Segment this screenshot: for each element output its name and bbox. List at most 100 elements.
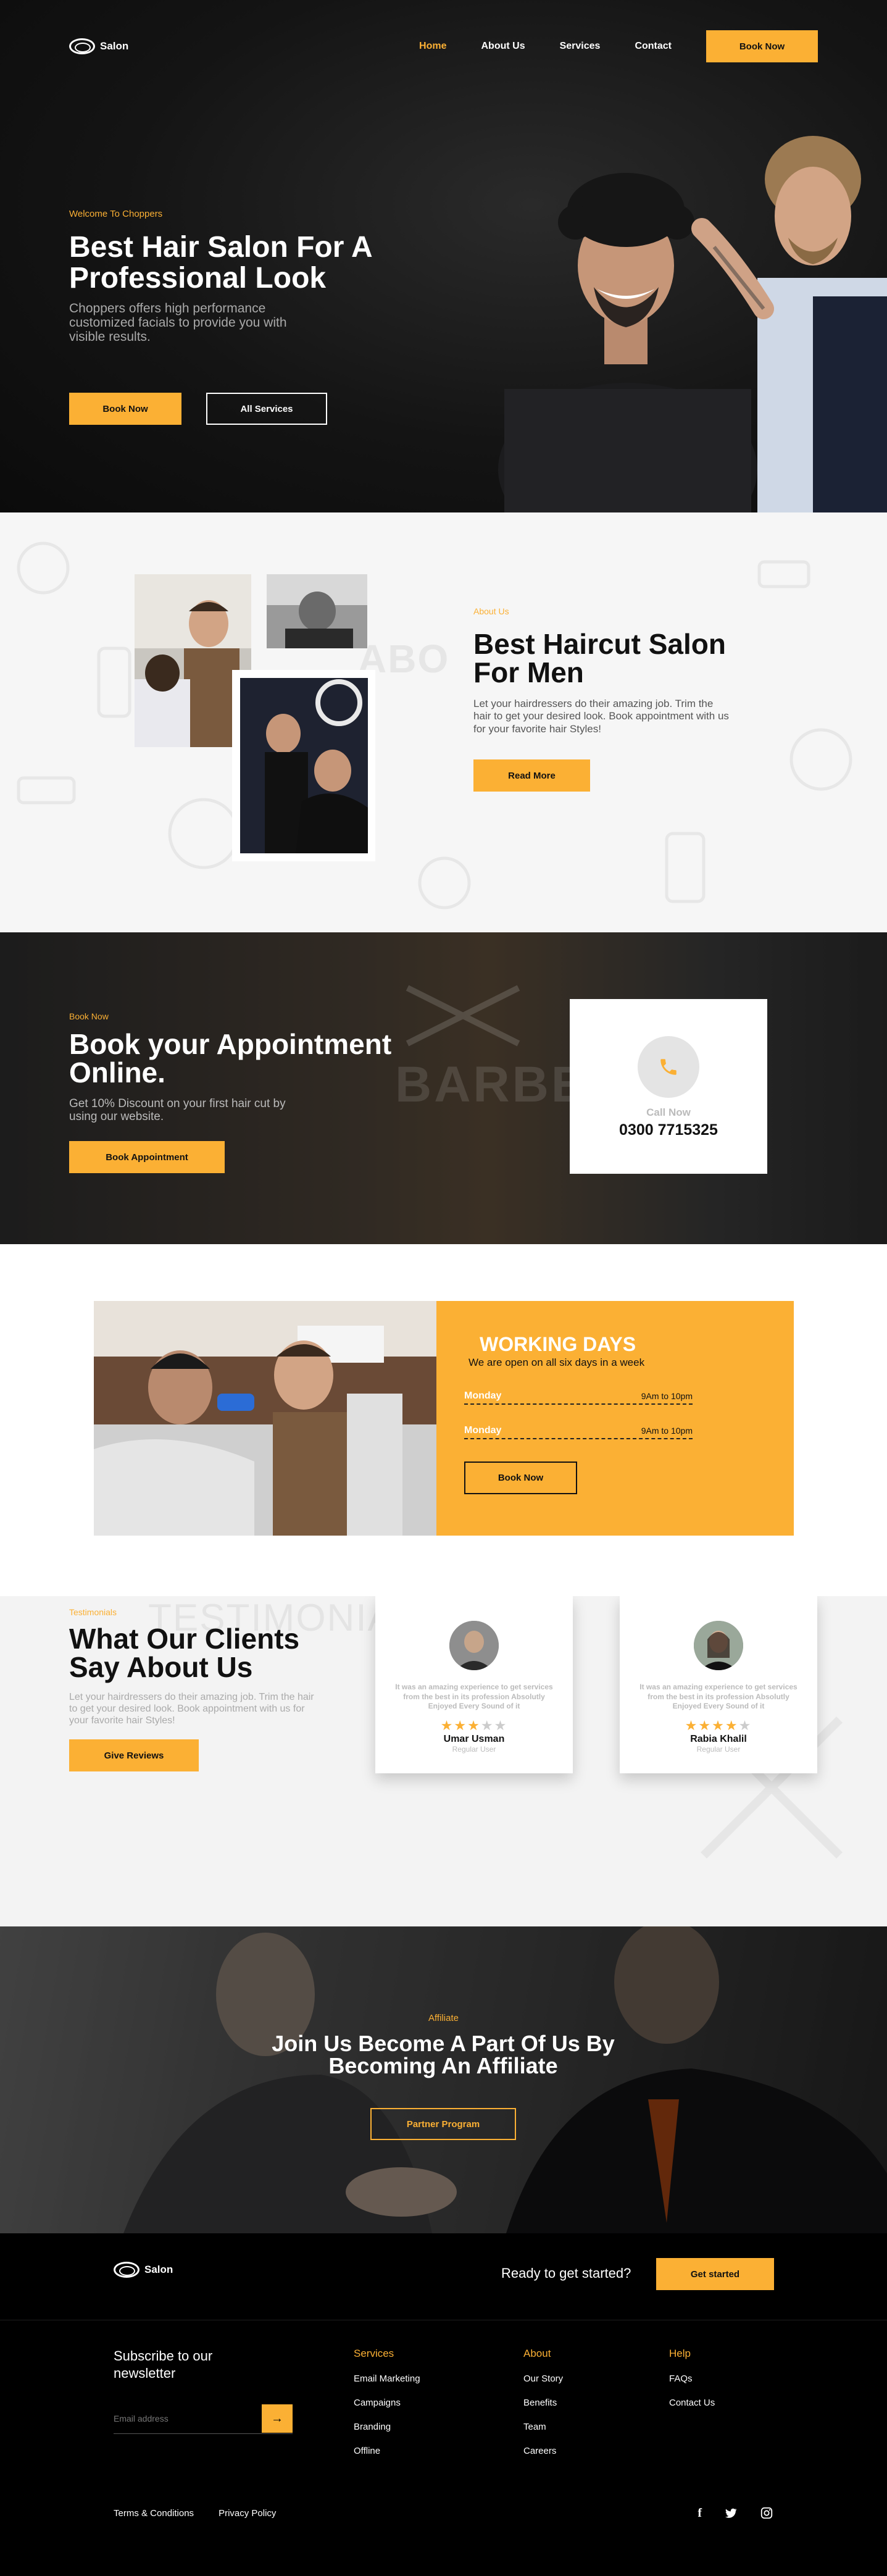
nav-home[interactable]: Home <box>419 41 446 52</box>
call-card[interactable]: Call Now 0300 7715325 <box>570 999 767 1174</box>
submit-arrow-icon[interactable]: → <box>262 2404 293 2433</box>
working-days-subtitle: We are open on all six days in a week <box>468 1357 645 1368</box>
footer-column-help: Help FAQs Contact Us <box>669 2348 715 2422</box>
logo-text: Salon <box>144 2264 173 2275</box>
testimonials-title: What Our Clients Say About Us <box>69 1623 300 1683</box>
email-input[interactable] <box>114 2413 256 2423</box>
book-title: Book your Appointment Online. <box>69 1028 392 1089</box>
avatar <box>694 1621 743 1670</box>
get-started-button[interactable]: Get started <box>656 2258 774 2290</box>
footer-column-title: Services <box>354 2348 394 2359</box>
about-title: Best Haircut Salon For Men <box>473 628 726 688</box>
privacy-link[interactable]: Privacy Policy <box>219 2508 276 2519</box>
working-row: Monday 9Am to 10pm <box>464 1423 693 1439</box>
testimonial-role: Regular User <box>696 1744 741 1754</box>
testimonial-card: It was an amazing experience to get serv… <box>375 1596 573 1773</box>
footer-link[interactable]: Our Story <box>523 2373 563 2384</box>
twitter-icon[interactable] <box>724 2506 738 2520</box>
star-icon: ★ <box>712 1717 725 1733</box>
ready-text: Ready to get started? <box>501 2265 631 2281</box>
read-more-button[interactable]: Read More <box>473 759 590 792</box>
working-days-panel: WORKING DAYS We are open on all six days… <box>436 1301 794 1536</box>
newsletter-form: → <box>114 2403 293 2434</box>
book-eyebrow: Book Now <box>69 1011 109 1021</box>
logo[interactable]: Salon <box>69 38 128 54</box>
footer-link[interactable]: Offline <box>354 2446 420 2456</box>
footer-link[interactable]: Benefits <box>523 2398 563 2408</box>
working-day: Monday <box>464 1425 502 1436</box>
footer-link[interactable]: Branding <box>354 2422 420 2432</box>
testimonials-section: TESTIMONIALS Testimonials What Our Clien… <box>0 1596 887 1926</box>
main-nav: Salon Home About Us Services Contact Boo… <box>69 30 818 62</box>
footer-logo[interactable]: Salon <box>114 2262 173 2278</box>
testimonial-quote: It was an amazing experience to get serv… <box>639 1683 797 1711</box>
nav-contact[interactable]: Contact <box>635 41 672 52</box>
working-row: Monday 9Am to 10pm <box>464 1389 693 1405</box>
footer-column-about: About Our Story Benefits Team Careers <box>523 2348 563 2470</box>
star-icon: ★ <box>738 1717 752 1733</box>
working-book-now-button[interactable]: Book Now <box>464 1462 577 1494</box>
star-rating: ★★★★★ <box>441 1718 508 1734</box>
affiliate-eyebrow: Affiliate <box>428 2013 459 2023</box>
footer: Salon Ready to get started? Get started … <box>0 2233 887 2576</box>
affiliate-title: Join Us Become A Part Of Us By Becoming … <box>272 2031 615 2078</box>
affiliate-overlay <box>0 1926 887 2233</box>
footer-link[interactable]: Campaigns <box>354 2398 420 2408</box>
star-icon: ★ <box>440 1717 454 1733</box>
terms-link[interactable]: Terms & Conditions <box>114 2508 194 2519</box>
hero-eyebrow: Welcome To Choppers <box>69 209 163 219</box>
partner-program-button[interactable]: Partner Program <box>370 2108 516 2140</box>
hero-section: Salon Home About Us Services Contact Boo… <box>0 0 887 512</box>
logo-icon <box>114 2262 140 2278</box>
hero-book-now-button[interactable]: Book Now <box>69 393 181 425</box>
testimonials-description: Let your hairdressers do their amazing j… <box>69 1692 314 1726</box>
footer-column-title: About <box>523 2348 551 2359</box>
newsletter-title: Subscribe to our newsletter <box>114 2348 213 2381</box>
footer-link[interactable]: Team <box>523 2422 563 2432</box>
logo-text: Salon <box>100 40 129 52</box>
testimonial-name: Umar Usman <box>443 1733 505 1744</box>
hero-all-services-button[interactable]: All Services <box>206 393 327 425</box>
footer-column-title: Help <box>669 2348 691 2359</box>
testimonial-role: Regular User <box>452 1744 496 1754</box>
star-icon: ★ <box>725 1717 739 1733</box>
footer-link[interactable]: FAQs <box>669 2373 715 2384</box>
footer-column-services: Services Email Marketing Campaigns Brand… <box>354 2348 420 2470</box>
working-day: Monday <box>464 1390 502 1401</box>
call-now-label: Call Now <box>646 1106 691 1118</box>
footer-link[interactable]: Email Marketing <box>354 2373 420 2384</box>
testimonials-eyebrow: Testimonials <box>69 1607 117 1617</box>
barber-pattern-background <box>17 542 852 910</box>
hero-title: Best Hair Salon For A Professional Look <box>69 231 372 295</box>
book-description: Get 10% Discount on your first hair cut … <box>69 1097 286 1123</box>
footer-link[interactable]: Contact Us <box>669 2398 715 2408</box>
about-section: ABO About Us Best Haircut Salon For Men … <box>0 512 887 932</box>
book-appointment-button[interactable]: Book Appointment <box>69 1141 225 1173</box>
star-rating: ★★★★★ <box>685 1718 752 1734</box>
working-days-title: WORKING DAYS <box>480 1333 636 1355</box>
facebook-icon[interactable]: f <box>698 2506 702 2520</box>
hero-description: Choppers offers high performance customi… <box>69 301 287 345</box>
give-reviews-button[interactable]: Give Reviews <box>69 1739 199 1771</box>
about-description: Let your hairdressers do their amazing j… <box>473 698 729 735</box>
working-days-section: WORKING DAYS We are open on all six days… <box>0 1244 887 1596</box>
instagram-icon[interactable] <box>760 2506 773 2520</box>
avatar <box>449 1621 499 1670</box>
nav-services[interactable]: Services <box>560 41 601 52</box>
nav-about-us[interactable]: About Us <box>481 41 525 52</box>
star-icon: ★ <box>454 1717 468 1733</box>
star-icon: ★ <box>698 1717 712 1733</box>
phone-icon <box>638 1036 699 1098</box>
testimonial-card: It was an amazing experience to get serv… <box>620 1596 817 1773</box>
footer-link[interactable]: Careers <box>523 2446 563 2456</box>
phone-number[interactable]: 0300 7715325 <box>619 1121 718 1139</box>
star-icon: ★ <box>685 1717 699 1733</box>
working-hours: 9Am to 10pm <box>641 1391 693 1401</box>
book-appointment-section: BARBER Book Now Book your Appointment On… <box>0 932 887 1244</box>
star-icon: ★ <box>467 1717 481 1733</box>
star-icon: ★ <box>494 1717 508 1733</box>
about-photo-child <box>267 574 367 648</box>
nav-book-now-button[interactable]: Book Now <box>706 30 818 62</box>
footer-bottom: Terms & Conditions Privacy Policy f <box>114 2506 773 2520</box>
social-links: f <box>698 2506 773 2520</box>
